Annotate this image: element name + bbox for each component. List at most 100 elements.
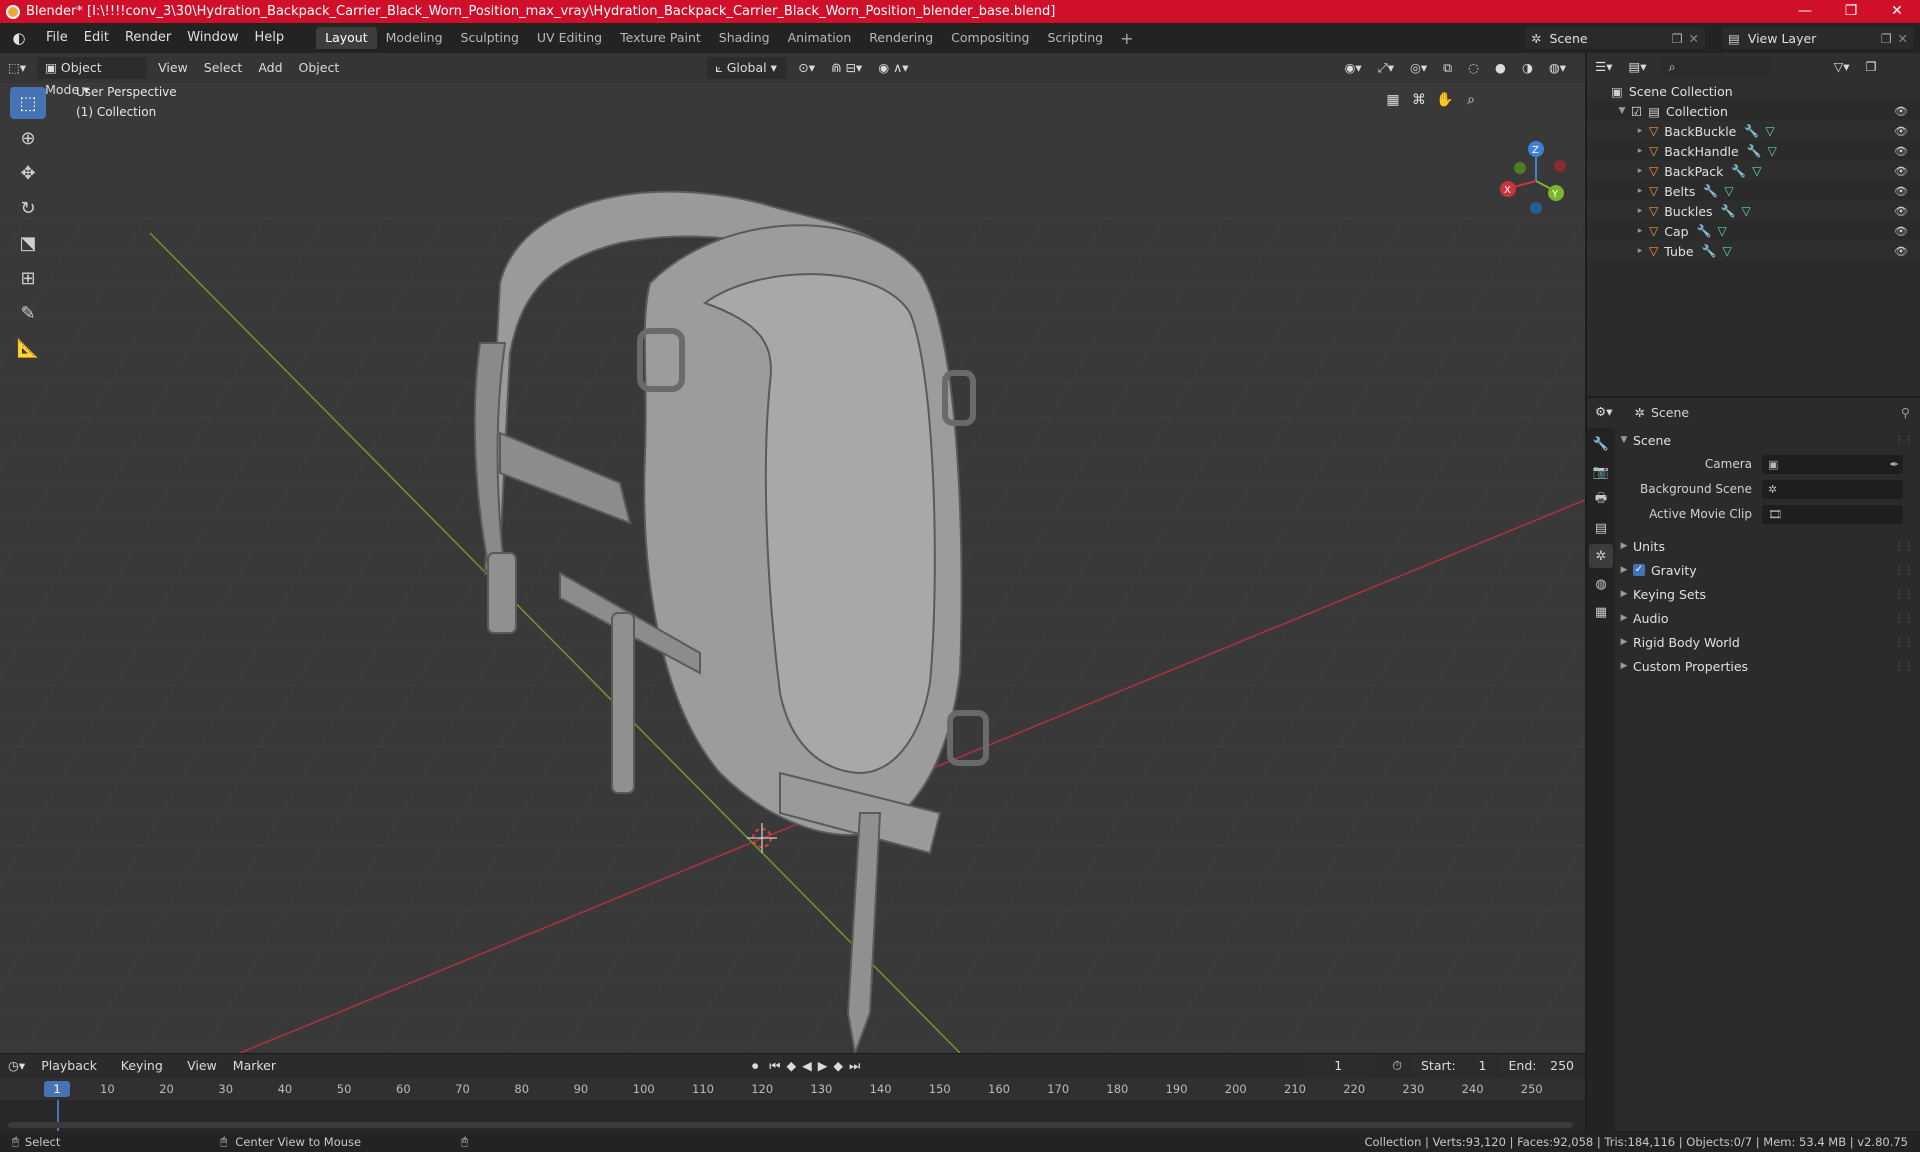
collection-checkbox[interactable]: ☑ (1631, 104, 1642, 119)
start-frame-field[interactable]: Start: 1 (1413, 1055, 1495, 1077)
frame-rate-icon[interactable]: ⏱ (1384, 1055, 1410, 1077)
keying-sets-panel[interactable]: ▶ Keying Sets ⋮⋮ (1615, 582, 1920, 606)
cursor-tool-icon[interactable]: ⊕ (10, 122, 46, 154)
editor-type-icon[interactable]: ⬚▾ (0, 57, 34, 79)
overlay-toggle-icon[interactable]: ◎▾ (1402, 57, 1435, 79)
modifier-icon[interactable]: 🔧 (1721, 204, 1736, 218)
mesh-data-icon[interactable]: ▽ (1718, 224, 1727, 238)
timeline-tracks[interactable] (0, 1100, 1585, 1132)
tab-compositing[interactable]: Compositing (942, 27, 1038, 49)
panel-drag-handle[interactable]: ⋮⋮ (1894, 541, 1914, 552)
menu-window[interactable]: Window (179, 23, 246, 53)
prev-keyframe-icon[interactable]: ◆ (784, 1055, 800, 1077)
custom-properties-panel[interactable]: ▶ Custom Properties ⋮⋮ (1615, 654, 1920, 678)
rigid-body-world-panel[interactable]: ▶ Rigid Body World ⋮⋮ (1615, 630, 1920, 654)
play-reverse-icon[interactable]: ◀ (799, 1055, 815, 1077)
menu-marker[interactable]: Marker (225, 1055, 284, 1077)
expand-panel-icon[interactable]: ▶ (1615, 589, 1633, 599)
tab-uv-editing[interactable]: UV Editing (528, 27, 611, 49)
expand-object-icon[interactable]: ▸ (1631, 126, 1649, 136)
expand-object-icon[interactable]: ▸ (1631, 246, 1649, 256)
mesh-data-icon[interactable]: ▽ (1724, 184, 1733, 198)
timeline-ruler[interactable]: 1 10 20 30 40 50 60 70 80 90 100 110 120 130 140 150 160… (0, 1078, 1585, 1100)
minimize-button[interactable]: — (1782, 0, 1828, 23)
mesh-data-icon[interactable]: ▽ (1722, 244, 1731, 258)
menu-object[interactable]: Object (291, 57, 348, 79)
expand-object-icon[interactable]: ▸ (1631, 166, 1649, 176)
visibility-eye-icon[interactable]: 👁 (1894, 245, 1908, 258)
visibility-icon[interactable]: ◉▾ (1337, 57, 1370, 79)
properties-editor-icon[interactable]: ⚙▾ (1587, 401, 1620, 423)
current-frame-field[interactable]: 1 (1303, 1055, 1374, 1077)
menu-view[interactable]: View (150, 57, 196, 79)
outliner-object-row[interactable]: ▸ ▽ BackPack 🔧 ▽ 👁 (1587, 161, 1920, 181)
menu-select[interactable]: Select (196, 57, 251, 79)
shading-rendered-icon[interactable]: ◍▾ (1541, 57, 1574, 79)
expand-panel-icon[interactable]: ▶ (1615, 661, 1633, 671)
3d-viewport[interactable]: Z Y X ⬚▾ ▣ Object Mode ▾ View Select Add… (0, 53, 1585, 1053)
end-frame-field[interactable]: End: 250 (1500, 1055, 1582, 1077)
gizmo-neg-x-icon[interactable] (1554, 160, 1566, 172)
delete-view-layer-icon[interactable]: ✕ (1898, 31, 1908, 46)
audio-panel[interactable]: ▶ Audio ⋮⋮ (1615, 606, 1920, 630)
outliner-editor-icon[interactable]: ☰▾ (1587, 56, 1620, 78)
modifier-icon[interactable]: 🔧 (1703, 184, 1718, 198)
menu-timeline-view[interactable]: View (179, 1055, 225, 1077)
jump-end-icon[interactable]: ⏭ (846, 1055, 863, 1077)
modifier-icon[interactable]: 🔧 (1744, 124, 1759, 138)
menu-edit[interactable]: Edit (76, 23, 117, 53)
mode-selector[interactable]: ▣ Object Mode ▾ (37, 57, 148, 97)
panel-drag-handle[interactable]: ⋮⋮ (1894, 637, 1914, 648)
measure-tool-icon[interactable]: 📐 (10, 332, 46, 364)
orientation-selector[interactable]: ⟀ Global ▾ (707, 57, 788, 79)
shading-wireframe-icon[interactable]: ◌ (1460, 57, 1487, 79)
tab-sculpting[interactable]: Sculpting (452, 27, 528, 49)
view-layer-selector[interactable]: ▤ View Layer ❐ ✕ (1722, 27, 1914, 49)
mesh-data-icon[interactable]: ▽ (1741, 204, 1750, 218)
eyedropper-icon[interactable]: ✒ (1890, 458, 1899, 471)
move-tool-icon[interactable]: ✥ (10, 157, 46, 189)
new-scene-icon[interactable]: ❐ (1672, 31, 1683, 46)
mesh-data-icon[interactable]: ▽ (1752, 164, 1761, 178)
pin-icon[interactable]: ⚲ (1901, 405, 1910, 420)
collection-row[interactable]: ▼ ☑ ▤ Collection 👁 (1587, 101, 1920, 121)
tab-rendering[interactable]: Rendering (860, 27, 942, 49)
new-view-layer-icon[interactable]: ❐ (1881, 31, 1892, 46)
visibility-eye-icon[interactable]: 👁 (1894, 125, 1908, 138)
pan-view-icon[interactable]: ✋ (1432, 87, 1458, 113)
outliner-object-row[interactable]: ▸ ▽ Cap 🔧 ▽ 👁 (1587, 221, 1920, 241)
scene-panel-header[interactable]: ▼ Scene ⋮⋮ (1615, 428, 1920, 452)
expand-object-icon[interactable]: ▸ (1631, 226, 1649, 236)
select-box-tool-icon[interactable]: ⬚ (10, 87, 46, 119)
timeline-scrollbar[interactable] (8, 1122, 1573, 1128)
visibility-eye-icon[interactable]: 👁 (1894, 185, 1908, 198)
output-tab-icon[interactable]: 🖶 (1589, 488, 1613, 512)
mesh-data-icon[interactable]: ▽ (1768, 144, 1777, 158)
play-icon[interactable]: ▶ (815, 1055, 831, 1077)
visibility-eye-icon[interactable]: 👁 (1894, 205, 1908, 218)
render-tab-icon[interactable]: 📷 (1589, 460, 1613, 484)
modifier-icon[interactable]: 🔧 (1731, 164, 1746, 178)
jump-start-icon[interactable]: ⏮ (766, 1055, 783, 1077)
snap-icon[interactable]: ⋒ ⊟▾ (823, 57, 870, 79)
visibility-eye-icon[interactable]: 👁 (1894, 225, 1908, 238)
camera-view-icon[interactable]: ⌘ (1406, 87, 1432, 113)
outliner-object-row[interactable]: ▸ ▽ BackBuckle 🔧 ▽ 👁 (1587, 121, 1920, 141)
scene-tab-icon[interactable]: ✲ (1589, 544, 1613, 568)
menu-keying[interactable]: Keying ▾ (113, 1055, 179, 1095)
units-panel[interactable]: ▶ Units ⋮⋮ (1615, 534, 1920, 558)
expand-object-icon[interactable]: ▸ (1631, 206, 1649, 216)
display-mode-icon[interactable]: ▤▾ (1620, 56, 1654, 78)
outliner-object-row[interactable]: ▸ ▽ Buckles 🔧 ▽ 👁 (1587, 201, 1920, 221)
modifier-icon[interactable]: 🔧 (1747, 144, 1762, 158)
gravity-panel[interactable]: ▶ ✓ Gravity ⋮⋮ (1615, 558, 1920, 582)
panel-collapse-icon[interactable]: ▼ (1615, 435, 1633, 445)
zoom-view-icon[interactable]: ⌕ (1458, 87, 1484, 113)
menu-help[interactable]: Help (247, 23, 293, 53)
tab-animation[interactable]: Animation (779, 27, 861, 49)
rotate-tool-icon[interactable]: ↻ (10, 192, 46, 224)
timeline-editor-icon[interactable]: ◷▾ (0, 1055, 33, 1077)
add-workspace-button[interactable]: + (1112, 29, 1141, 48)
record-icon[interactable]: ⏺ (744, 1055, 766, 1077)
current-frame-marker[interactable]: 1 (44, 1081, 70, 1097)
